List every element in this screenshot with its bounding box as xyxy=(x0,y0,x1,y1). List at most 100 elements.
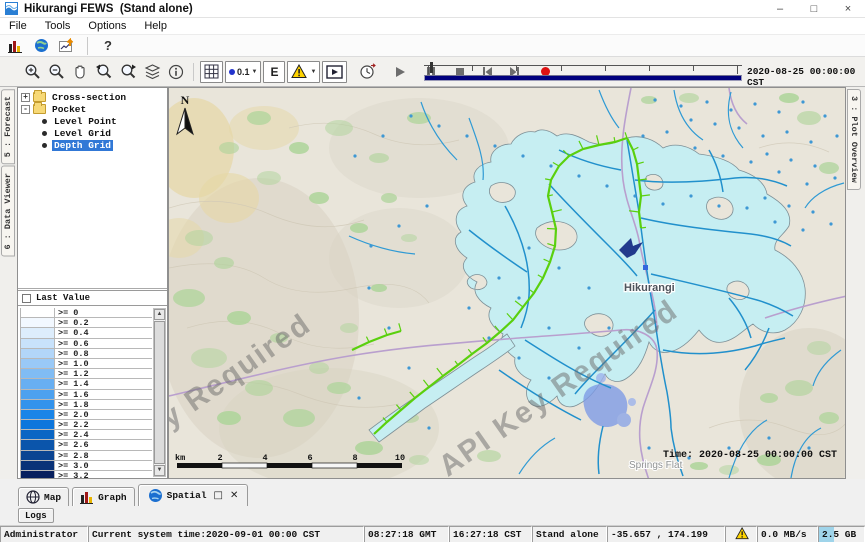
scroll-down-icon[interactable]: ▼ xyxy=(154,465,165,476)
side-tab-plot-overview[interactable]: 3 : Plot Overview xyxy=(847,89,861,190)
timeseries-button[interactable] xyxy=(56,36,78,56)
status-bar: AdministratorCurrent system time:2020-09… xyxy=(0,525,865,542)
class-interval-button[interactable]: 0.1 ▼ xyxy=(225,61,261,83)
tab-maximize-icon[interactable]: □ xyxy=(214,490,223,501)
legend-value-label: >= 1.6 xyxy=(55,390,89,399)
legend-value-label: >= 2.0 xyxy=(55,410,89,419)
info-button[interactable] xyxy=(165,60,187,84)
grid-display-button[interactable] xyxy=(200,61,223,83)
status-gmt-time: 08:27:18 GMT xyxy=(364,526,449,542)
legend-swatch xyxy=(21,318,55,327)
legend-swatch xyxy=(21,471,55,478)
legend-swatch xyxy=(21,359,55,368)
side-tab-data-viewer[interactable]: 6 : Data Viewer xyxy=(1,166,15,257)
tree-expander-icon[interactable]: + xyxy=(21,93,30,102)
menu-options[interactable]: Options xyxy=(79,20,135,32)
tab-close-icon[interactable]: ✕ xyxy=(230,490,238,501)
layers-button[interactable] xyxy=(141,60,163,84)
time-slider-thumb[interactable] xyxy=(430,62,433,73)
last-value-checkbox[interactable] xyxy=(22,294,31,303)
map-display-button[interactable] xyxy=(30,36,52,56)
tab-graph[interactable]: Graph xyxy=(72,487,135,506)
legend-row: >= 1.6 xyxy=(21,390,152,400)
globe-wire-icon xyxy=(26,490,40,504)
title-bar: Hikurangi FEWS (Stand alone) – □ × xyxy=(0,0,865,18)
tab-map[interactable]: Map xyxy=(18,487,69,506)
legend-value-label: >= 3.0 xyxy=(55,461,89,470)
menu-file[interactable]: File xyxy=(0,20,36,32)
status-memory: 2.5 GB xyxy=(818,526,865,542)
legend-row: >= 0.6 xyxy=(21,339,152,349)
legend-value-label: >= 1.8 xyxy=(55,400,89,409)
legend-swatch xyxy=(21,400,55,409)
legend-value-label: >= 0.6 xyxy=(55,339,89,348)
zoom-out-button[interactable] xyxy=(45,60,67,84)
close-icon[interactable]: × xyxy=(831,0,865,18)
legend-panel: Last Value >= 0>= 0.2>= 0.4>= 0.6>= 0.8>… xyxy=(18,290,167,478)
animation-panel-button[interactable] xyxy=(322,61,347,83)
toolbar-separator xyxy=(193,63,194,81)
bottom-tab-bar: MapGraphSpatial□✕ xyxy=(0,479,865,506)
tree-item-label: Pocket xyxy=(50,104,88,115)
scale-tick-label: 2 xyxy=(217,453,222,463)
database-button[interactable] xyxy=(4,36,26,56)
legend-value-label: >= 2.4 xyxy=(55,430,89,439)
legend-scrollbar[interactable]: ▲ ▼ xyxy=(153,308,166,477)
legend-row: >= 3.2 xyxy=(21,471,152,478)
scale-tick-label: 8 xyxy=(352,453,357,463)
status-text: Current system time:2020-09-01 00:00 CST xyxy=(92,529,320,540)
tree-item-level-grid[interactable]: Level Grid xyxy=(18,127,167,139)
logs-button[interactable]: Logs xyxy=(18,508,54,523)
zoom-next-icon xyxy=(119,63,137,80)
folder-icon xyxy=(33,104,46,114)
pan-button[interactable] xyxy=(69,60,91,84)
thresholds-button[interactable]: ▼ xyxy=(287,61,320,83)
hand-icon xyxy=(72,64,88,80)
scale-unit-label: km xyxy=(175,453,185,463)
map-canvas[interactable]: API Key Required API Key Required Hikura… xyxy=(169,88,846,479)
maximize-icon[interactable]: □ xyxy=(797,0,831,18)
menu-tools[interactable]: Tools xyxy=(36,20,80,32)
longitudinal-profile-button[interactable]: E xyxy=(263,61,285,83)
legend-row: >= 0.2 xyxy=(21,318,152,328)
time-settings-button[interactable] xyxy=(356,60,378,84)
status-text: 08:27:18 GMT xyxy=(368,529,436,540)
tree-item-depth-grid[interactable]: Depth Grid xyxy=(18,139,167,151)
tree-item-pocket[interactable]: - Pocket xyxy=(18,103,167,115)
tab-spatial[interactable]: Spatial□✕ xyxy=(138,484,249,506)
play-button[interactable] xyxy=(389,60,411,84)
legend-row: >= 2.6 xyxy=(21,440,152,450)
tree-expander-icon[interactable]: - xyxy=(21,105,30,114)
help-button[interactable]: ? xyxy=(97,36,119,56)
left-tab-strip: 5 : Forecast 6 : Data Viewer xyxy=(0,87,17,479)
scrollbar-thumb[interactable] xyxy=(154,321,165,464)
side-tab-forecast[interactable]: 5 : Forecast xyxy=(1,89,15,164)
logs-row: Logs xyxy=(0,506,865,525)
legend-value-label: >= 2.6 xyxy=(55,440,89,449)
zoom-in-button[interactable] xyxy=(21,60,43,84)
info-icon xyxy=(168,64,184,80)
minimize-icon[interactable]: – xyxy=(763,0,797,18)
legend-row: >= 1.2 xyxy=(21,369,152,379)
legend-swatch xyxy=(21,379,55,388)
legend-swatch xyxy=(21,440,55,449)
main-toolbar: ? xyxy=(0,35,865,57)
chart-icon xyxy=(59,38,75,53)
menu-help[interactable]: Help xyxy=(135,20,176,32)
legend-swatch xyxy=(21,461,55,470)
zoom-previous-button[interactable] xyxy=(93,60,115,84)
status-warning xyxy=(725,526,757,542)
legend-value-label: >= 0.8 xyxy=(55,349,89,358)
legend-row: >= 0.4 xyxy=(21,328,152,338)
interval-value: 0.1 xyxy=(237,67,250,77)
time-slider[interactable] xyxy=(424,61,742,83)
tree-item-level-point[interactable]: Level Point xyxy=(18,115,167,127)
window-title: Hikurangi FEWS (Stand alone) xyxy=(24,3,193,15)
zoom-next-button[interactable] xyxy=(117,60,139,84)
app-icon xyxy=(5,2,18,15)
legend-swatch xyxy=(21,339,55,348)
grid-icon xyxy=(204,64,219,79)
node-bullet-icon xyxy=(42,131,47,136)
legend-value-label: >= 0.2 xyxy=(55,318,89,327)
scroll-up-icon[interactable]: ▲ xyxy=(154,309,165,320)
